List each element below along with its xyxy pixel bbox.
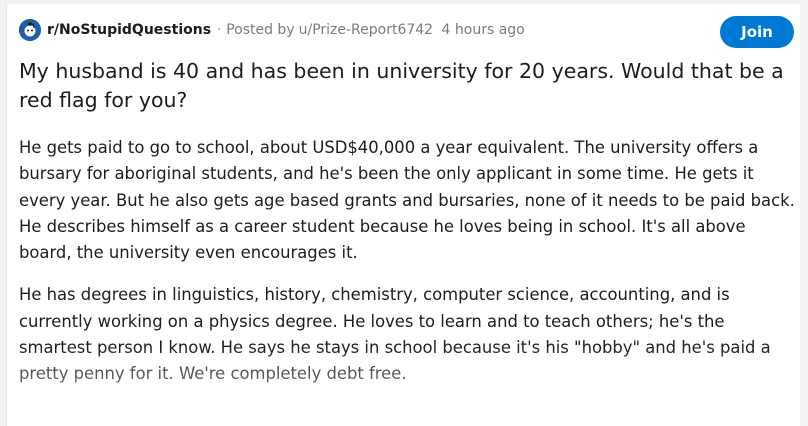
post-meta: Posted by u/Prize-Report6742 4 hours ago <box>226 22 529 38</box>
post-time[interactable]: 4 hours ago <box>442 22 525 38</box>
post-card[interactable]: r/NoStupidQuestions · Posted by u/Prize-R… <box>6 4 800 426</box>
nostupidquestions-icon[interactable] <box>19 19 41 41</box>
subreddit-link[interactable]: r/NoStupidQuestions <box>47 22 211 38</box>
post-paragraph: He has degrees in linguistics, history, … <box>19 285 771 384</box>
post-header: r/NoStupidQuestions · Posted by u/Prize-R… <box>19 18 529 42</box>
author-link[interactable]: u/Prize-Report6742 <box>299 22 433 38</box>
post-paragraph: He gets paid to go to school, about USD$… <box>19 138 795 263</box>
post-body: He gets paid to go to school, about USD$… <box>19 135 795 404</box>
join-button[interactable]: Join <box>720 16 794 48</box>
post-title[interactable]: My husband is 40 and has been in univers… <box>19 57 789 115</box>
posted-by-label: Posted by <box>226 22 295 38</box>
meta-separator: · <box>217 22 222 38</box>
